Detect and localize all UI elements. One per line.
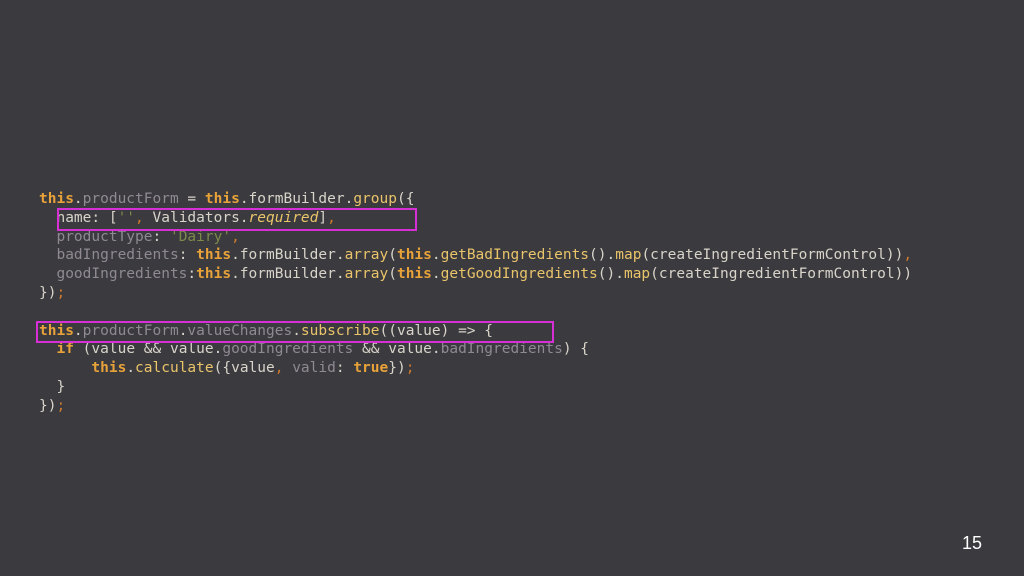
code-text: . [431, 266, 441, 283]
code-text: (createIngredientFormControl)) [650, 266, 913, 283]
keyword-this: this [196, 266, 232, 283]
code-line-7-blank [39, 303, 912, 322]
code-line-9: if (value && value.goodIngredients && va… [39, 340, 912, 359]
code-fn: map [623, 266, 651, 283]
code-fn: array [344, 266, 389, 283]
slide: this.productForm = this.formBuilder.grou… [0, 0, 1024, 576]
page-number: 15 [961, 533, 982, 553]
code-text: .formBuilder. [231, 247, 345, 264]
code-punc: ({ [396, 191, 415, 207]
keyword-this: this [396, 247, 432, 264]
code-line-1: this.productForm = this.formBuilder.grou… [39, 190, 912, 209]
keyword-this: this [196, 247, 232, 264]
code-text: : [187, 266, 197, 283]
code-fn: getGoodIngredients [440, 266, 598, 283]
code-text: . [126, 360, 136, 377]
code-comma: ; [405, 360, 415, 377]
keyword-this: this [396, 266, 432, 283]
code-text: . [431, 247, 441, 264]
code-line-12: }); [39, 397, 912, 416]
code-comma: ; [56, 284, 66, 301]
keyword-this: this [204, 191, 240, 207]
code-text: .formBuilder. [231, 266, 345, 283]
code-prop: goodIngredients [222, 341, 354, 358]
keyword-if: if [56, 341, 74, 358]
code-text: ({value [213, 360, 275, 377]
code-punc: = [178, 191, 205, 207]
code-text: }) [39, 284, 57, 301]
code-comma: ; [56, 397, 66, 414]
keyword-true: true [353, 360, 389, 377]
code-fn: array [344, 247, 389, 264]
code-line-11: } [39, 378, 912, 397]
highlight-box-subscribe [36, 321, 554, 343]
code-text: (). [597, 266, 624, 283]
code-text: ) { [562, 341, 590, 358]
code-prop: valid [283, 360, 336, 377]
code-text: } [56, 378, 66, 395]
code-prop: goodIngredients [56, 266, 188, 283]
code-line-10: this.calculate({value, valid: true}); [39, 359, 912, 378]
code-fn: getBadIngredients [440, 247, 590, 264]
code-punc: .formBuilder. [239, 191, 354, 207]
code-comma: , [903, 247, 913, 264]
code-line-5: goodIngredients:this.formBuilder.array(t… [39, 265, 912, 284]
code-prop: badIngredients [56, 247, 179, 264]
keyword-this: this [91, 360, 127, 377]
code-text: (value && value. [73, 341, 223, 358]
code-text: (). [589, 247, 616, 264]
keyword-this: this [39, 191, 74, 207]
code-fn: group [353, 191, 397, 207]
code-line-6: }); [39, 284, 912, 303]
code-text: : [178, 247, 197, 264]
code-fn: calculate [135, 360, 214, 377]
code-text: : [335, 360, 354, 377]
code-text: ( [388, 266, 397, 283]
code-text: }) [39, 397, 57, 414]
code-text: (createIngredientFormControl)) [641, 247, 904, 264]
highlight-box-required [57, 208, 417, 231]
code-text: ( [388, 247, 397, 264]
code-punc: . [73, 191, 83, 207]
code-text: }) [388, 360, 406, 377]
code-line-4: badIngredients: this.formBuilder.array(t… [39, 246, 912, 265]
code-prop: badIngredients [440, 341, 563, 358]
code-fn: map [615, 247, 642, 264]
code-prop: productForm [82, 191, 179, 207]
code-text: && value. [353, 341, 441, 358]
